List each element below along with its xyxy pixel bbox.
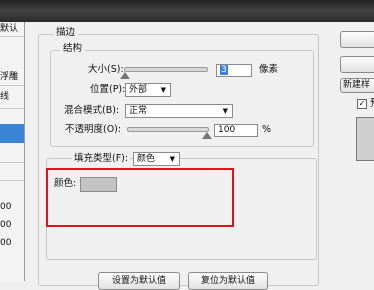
divider	[0, 180, 24, 181]
ok-button[interactable]	[340, 31, 374, 48]
styles-list-panel: 默认 浮雕 线 00 00 00	[0, 22, 25, 281]
blend-mode-select[interactable]: 正常 ▼	[125, 104, 233, 118]
set-default-button[interactable]: 设置为默认值	[98, 272, 180, 290]
styles-list-item[interactable]: 浮雕	[0, 70, 24, 84]
opacity-slider-thumb[interactable]	[202, 132, 212, 139]
styles-list-item[interactable]: 00	[0, 200, 24, 214]
chevron-down-icon: ▼	[169, 155, 175, 163]
chevron-down-icon: ▼	[222, 107, 228, 115]
styles-list-item[interactable]: 默认	[0, 22, 24, 36]
highlight-box	[46, 168, 234, 227]
size-input[interactable]: 3	[216, 64, 252, 77]
divider	[0, 162, 24, 163]
divider	[0, 36, 24, 37]
styles-list-item[interactable]: 线	[0, 90, 24, 104]
opacity-unit: %	[262, 124, 272, 135]
reset-default-button[interactable]: 复位为默认值	[188, 272, 268, 290]
structure-group-title: 结构	[60, 43, 86, 55]
preview-thumbnail	[356, 117, 374, 161]
opacity-label: 不透明度(O):	[65, 124, 122, 135]
fill-type-label: 填充类型(F):	[72, 152, 131, 166]
chevron-down-icon: ▼	[160, 86, 166, 94]
styles-list-item-selected[interactable]	[0, 124, 24, 143]
window-titlebar	[0, 0, 374, 22]
blend-mode-label: 混合模式(B):	[64, 105, 120, 116]
fill-type-select[interactable]: 颜色 ▼	[133, 152, 180, 166]
size-label: 大小(S):	[88, 64, 124, 75]
stroke-group-title: 描边	[53, 27, 79, 39]
position-label: 位置(P):	[90, 84, 126, 95]
cancel-button[interactable]	[340, 56, 374, 73]
position-select[interactable]: 外部 ▼	[125, 83, 171, 97]
divider	[0, 108, 24, 109]
opacity-input[interactable]: 100	[214, 124, 258, 137]
size-slider-thumb[interactable]	[120, 72, 130, 79]
preview-checkbox[interactable]: ✓	[357, 99, 367, 109]
preview-label: 预	[370, 97, 374, 111]
opacity-slider[interactable]	[127, 127, 209, 132]
divider	[0, 85, 24, 86]
styles-list-item[interactable]: 00	[0, 236, 24, 250]
new-style-button[interactable]: 新建样	[340, 78, 374, 93]
size-slider[interactable]	[124, 67, 208, 72]
size-unit: 像素	[259, 64, 279, 75]
styles-list-item[interactable]: 00	[0, 218, 24, 232]
